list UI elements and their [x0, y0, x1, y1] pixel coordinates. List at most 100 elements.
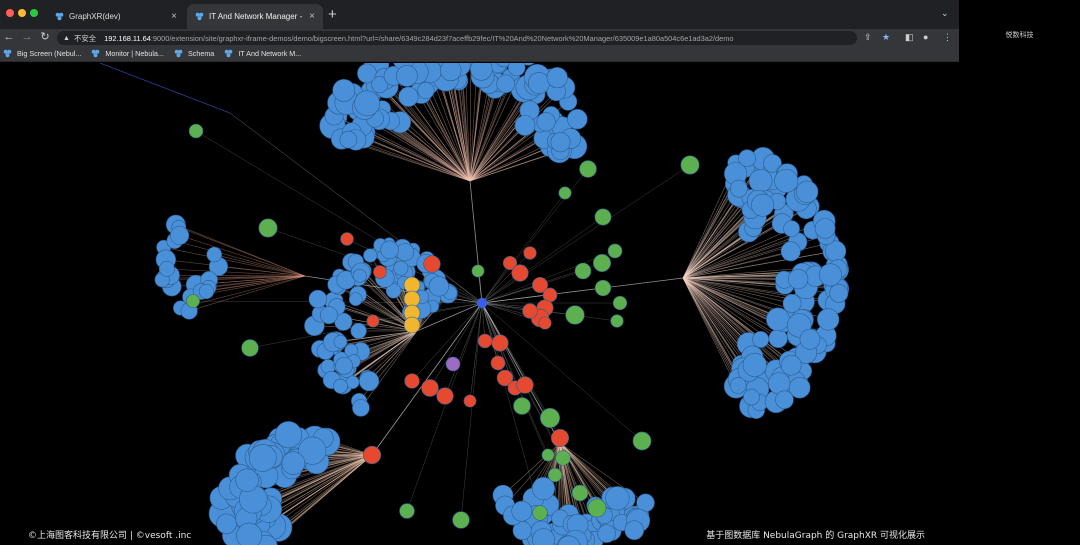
- graph-node[interactable]: [335, 356, 353, 375]
- bookmark-schema[interactable]: Schema: [174, 49, 214, 58]
- graph-node[interactable]: [550, 428, 570, 448]
- graph-node[interactable]: [235, 468, 259, 492]
- graph-node[interactable]: [751, 193, 775, 217]
- kebab-menu-icon[interactable]: ⋮: [943, 31, 952, 44]
- close-tab-icon[interactable]: ×: [309, 11, 315, 22]
- graph-node[interactable]: [380, 240, 399, 260]
- graph-node[interactable]: [399, 503, 415, 519]
- graph-node[interactable]: [395, 243, 415, 262]
- graph-node[interactable]: [198, 283, 215, 300]
- graph-node[interactable]: [158, 260, 175, 277]
- graph-node[interactable]: [571, 484, 589, 502]
- graph-node[interactable]: [345, 375, 360, 390]
- graph-node[interactable]: [766, 307, 790, 332]
- graph-node[interactable]: [188, 123, 204, 139]
- graph-node[interactable]: [565, 305, 585, 325]
- share-icon[interactable]: ⇪: [864, 31, 872, 44]
- graph-node[interactable]: [742, 352, 767, 377]
- graph-node[interactable]: [514, 115, 536, 136]
- graph-node[interactable]: [339, 130, 358, 149]
- graph-node[interactable]: [352, 268, 367, 283]
- graph-node[interactable]: [523, 246, 537, 260]
- graph-node[interactable]: [403, 290, 421, 308]
- graph-node[interactable]: [471, 264, 485, 278]
- minimize-window-button[interactable]: [18, 9, 26, 17]
- graph-node[interactable]: [319, 306, 338, 325]
- close-tab-icon[interactable]: ×: [171, 11, 177, 22]
- graph-node[interactable]: [403, 316, 421, 334]
- graph-node[interactable]: [624, 520, 645, 541]
- arrow-left-icon[interactable]: ←: [0, 29, 18, 46]
- graph-node[interactable]: [597, 524, 616, 543]
- graph-node[interactable]: [567, 108, 588, 130]
- graph-node[interactable]: [452, 511, 470, 529]
- graph-node[interactable]: [393, 260, 409, 276]
- graph-node[interactable]: [274, 421, 302, 449]
- new-tab-icon[interactable]: +: [328, 6, 337, 24]
- graph-node[interactable]: [440, 63, 462, 82]
- graph-node[interactable]: [496, 74, 516, 94]
- graph-viewport[interactable]: ©上海图客科技有限公司 | ©vesoft .inc 基于图数据库 Nebula…: [0, 63, 959, 545]
- graph-node[interactable]: [354, 90, 381, 117]
- graph-node[interactable]: [748, 168, 773, 193]
- graph-node[interactable]: [612, 295, 628, 311]
- chevron-down-icon[interactable]: ⌄: [941, 8, 949, 19]
- graph-node[interactable]: [607, 243, 623, 259]
- graph-node[interactable]: [587, 498, 607, 518]
- star-icon[interactable]: ★: [882, 31, 890, 44]
- graph-node[interactable]: [366, 314, 380, 328]
- address-bar[interactable]: ▲ 不安全 192.168.11.64:9000/extension/site/…: [57, 31, 857, 45]
- graph-node[interactable]: [536, 112, 556, 132]
- graph-node[interactable]: [610, 314, 624, 328]
- graph-node[interactable]: [546, 67, 568, 89]
- graph-node[interactable]: [423, 255, 441, 273]
- graph-node[interactable]: [817, 308, 840, 331]
- graph-node[interactable]: [340, 232, 354, 246]
- graph-node[interactable]: [632, 431, 652, 451]
- graph-node[interactable]: [593, 254, 611, 272]
- tab-it-network-manager[interactable]: IT And Network Manager - Big ×: [187, 4, 323, 29]
- graph-node[interactable]: [511, 264, 529, 282]
- graph-node[interactable]: [395, 64, 418, 87]
- graph-node[interactable]: [417, 81, 435, 100]
- graph-node[interactable]: [774, 168, 799, 193]
- graph-node[interactable]: [236, 522, 263, 545]
- network-graph[interactable]: [0, 63, 959, 545]
- graph-node[interactable]: [216, 513, 237, 535]
- graph-node[interactable]: [170, 225, 190, 245]
- graph-node[interactable]: [541, 448, 555, 462]
- graph-node[interactable]: [398, 86, 419, 107]
- graph-node[interactable]: [574, 262, 592, 280]
- arrow-right-icon[interactable]: →: [18, 29, 36, 46]
- graph-node[interactable]: [818, 263, 842, 287]
- graph-node[interactable]: [258, 218, 278, 238]
- graph-node[interactable]: [348, 292, 363, 306]
- graph-node[interactable]: [680, 155, 700, 175]
- graph-node[interactable]: [373, 265, 387, 279]
- graph-node[interactable]: [550, 132, 571, 153]
- graph-node[interactable]: [605, 486, 630, 511]
- graph-node[interactable]: [729, 377, 747, 394]
- graph-node[interactable]: [490, 355, 506, 371]
- graph-node[interactable]: [743, 388, 760, 406]
- graph-node[interactable]: [782, 294, 802, 313]
- graph-node[interactable]: [241, 339, 259, 357]
- graph-node[interactable]: [540, 408, 560, 428]
- graph-node[interactable]: [594, 208, 612, 226]
- graph-node[interactable]: [248, 444, 277, 472]
- graph-node[interactable]: [738, 149, 756, 168]
- graph-node[interactable]: [436, 387, 454, 405]
- bookmark-monitor[interactable]: Monitor | Nebula...: [91, 49, 164, 58]
- graph-node[interactable]: [281, 451, 306, 475]
- graph-node[interactable]: [206, 246, 222, 263]
- graph-node[interactable]: [362, 445, 382, 465]
- graph-node[interactable]: [538, 316, 552, 330]
- graph-node[interactable]: [428, 276, 449, 297]
- graph-node[interactable]: [579, 160, 597, 178]
- graph-node[interactable]: [333, 334, 348, 349]
- graph-node[interactable]: [403, 276, 421, 294]
- graph-node[interactable]: [787, 268, 809, 290]
- sidebar-icon[interactable]: ◧: [905, 31, 914, 44]
- graph-node[interactable]: [528, 72, 550, 94]
- graph-node[interactable]: [477, 333, 493, 349]
